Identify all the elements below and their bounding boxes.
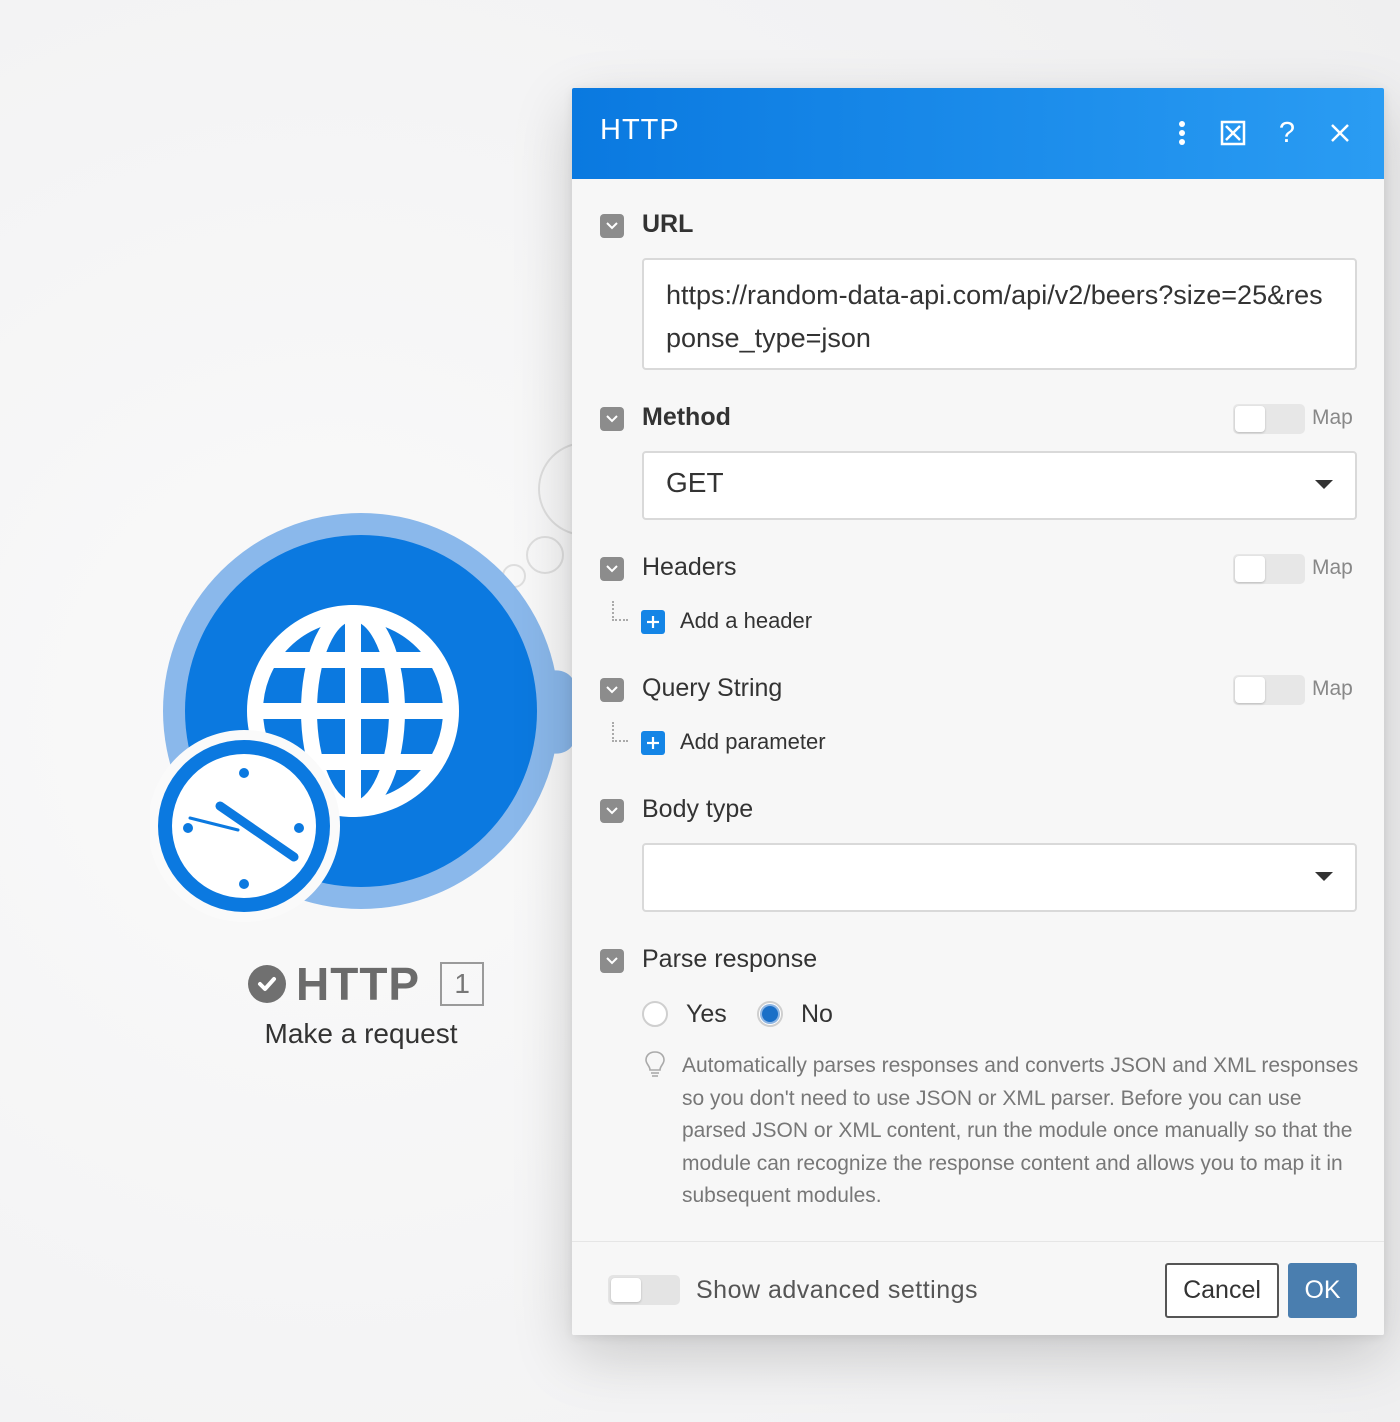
parse-response-field-toggle-checkbox[interactable] xyxy=(600,949,624,973)
module-name: HTTP xyxy=(296,958,421,1010)
dialog-title: HTTP xyxy=(600,114,680,146)
http-module-node[interactable] xyxy=(150,512,590,932)
method-field-toggle-checkbox[interactable] xyxy=(600,407,624,431)
parse-response-no-radio[interactable] xyxy=(757,1001,783,1027)
parse-response-help-text: Automatically parses responses and conve… xyxy=(682,1054,1359,1207)
cancel-button[interactable]: Cancel xyxy=(1165,1263,1279,1318)
body-type-label: Body type xyxy=(642,795,754,823)
dialog-header: HTTP ? xyxy=(572,88,1384,179)
headers-map-toggle[interactable] xyxy=(1233,554,1305,584)
close-icon[interactable] xyxy=(1320,112,1360,154)
url-input[interactable]: https://random-data-api.com/api/v2/beers… xyxy=(642,258,1357,370)
more-vertical-icon[interactable] xyxy=(1162,112,1202,154)
query-string-field-toggle-checkbox[interactable] xyxy=(600,678,624,702)
body-type-select[interactable] xyxy=(642,843,1357,912)
method-select-value: GET xyxy=(666,467,724,498)
expand-icon[interactable] xyxy=(1213,112,1253,154)
method-label: Method xyxy=(642,403,731,431)
parse-response-label: Parse response xyxy=(642,945,818,973)
body-type-field-toggle-checkbox[interactable] xyxy=(600,799,624,823)
add-header-plus-icon[interactable] xyxy=(641,610,665,634)
chevron-down-icon xyxy=(1315,872,1333,881)
parse-response-yes-radio[interactable] xyxy=(642,1001,668,1027)
headers-field-toggle-checkbox[interactable] xyxy=(600,557,624,581)
tree-connector xyxy=(612,601,628,621)
headers-map-label: Map xyxy=(1312,556,1353,579)
checkmark-icon xyxy=(248,965,286,1003)
http-module-graphic xyxy=(150,513,580,922)
module-settings-dialog: HTTP ? URL https://random-data-api.com/a… xyxy=(572,88,1384,1335)
add-parameter-link[interactable]: Add parameter xyxy=(680,729,826,755)
method-map-label: Map xyxy=(1312,406,1353,429)
module-action-label: Make a request xyxy=(264,1018,458,1049)
headers-label: Headers xyxy=(642,553,737,581)
method-map-toggle[interactable] xyxy=(1233,404,1305,434)
show-advanced-settings-label[interactable]: Show advanced settings xyxy=(696,1276,978,1305)
add-header-link[interactable]: Add a header xyxy=(680,608,812,634)
url-input-value: https://random-data-api.com/api/v2/beers… xyxy=(666,280,1323,353)
query-string-map-label: Map xyxy=(1312,677,1353,700)
query-string-label: Query String xyxy=(642,674,783,702)
chevron-down-icon xyxy=(1315,480,1333,489)
dialog-footer: Show advanced settings Cancel OK xyxy=(572,1241,1384,1335)
method-select[interactable]: GET xyxy=(642,451,1357,520)
lightbulb-icon xyxy=(645,1051,665,1077)
add-parameter-plus-icon[interactable] xyxy=(641,731,665,755)
url-field-toggle-checkbox[interactable] xyxy=(600,214,624,238)
module-id-badge: 1 xyxy=(440,962,485,1006)
parse-response-yes-label[interactable]: Yes xyxy=(686,1000,727,1029)
help-icon[interactable]: ? xyxy=(1267,112,1307,154)
url-label: URL xyxy=(642,210,694,238)
ok-button[interactable]: OK xyxy=(1288,1263,1357,1318)
show-advanced-settings-toggle[interactable] xyxy=(608,1275,680,1305)
query-string-map-toggle[interactable] xyxy=(1233,675,1305,705)
parse-response-no-label[interactable]: No xyxy=(801,1000,833,1029)
tree-connector xyxy=(612,722,628,742)
schedule-clock-icon[interactable] xyxy=(150,730,340,922)
module-title-row: HTTP 1 xyxy=(248,958,508,1010)
